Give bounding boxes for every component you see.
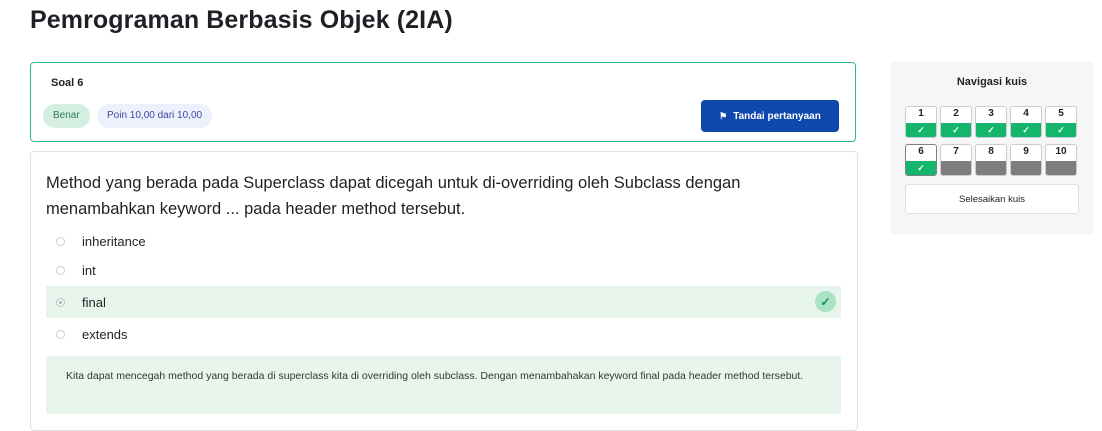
answer-option-final[interactable]: final ✓ [46, 286, 841, 318]
answer-option-extends[interactable]: extends [46, 319, 841, 349]
answer-label: final [82, 294, 106, 310]
quiz-nav-button-1[interactable]: 1 ✓ [905, 106, 937, 138]
answer-option-int[interactable]: int [46, 255, 841, 285]
quiz-navigation-title: Navigasi kuis [956, 76, 1028, 88]
check-icon: ✓ [976, 123, 1006, 137]
quiz-nav-button-4[interactable]: 4 ✓ [1010, 106, 1042, 138]
answer-label: int [82, 262, 96, 278]
finish-attempt-button[interactable]: Selesaikan kuis [905, 184, 1079, 214]
check-icon: ✓ [1046, 123, 1076, 137]
quiz-nav-number: 6 [918, 146, 924, 157]
question-number: Soal 6 [51, 77, 84, 89]
answer-radio[interactable] [56, 265, 65, 275]
quiz-nav-button-9[interactable]: 9 [1010, 144, 1042, 176]
quiz-nav-number: 9 [1023, 146, 1029, 157]
question-content: Method yang berada pada Superclass dapat… [30, 151, 858, 431]
question-state-badge: Benar [43, 104, 90, 128]
check-icon: ✓ [906, 161, 936, 175]
check-icon: ✓ [906, 123, 936, 137]
quiz-nav-number: 3 [988, 108, 994, 119]
quiz-nav-button-3[interactable]: 3 ✓ [975, 106, 1007, 138]
quiz-navigation-panel: Navigasi kuis 1 ✓ 2 ✓ 3 ✓ 4 ✓ 5 ✓ 6 ✓ 7 [890, 62, 1094, 234]
quiz-nav-number: 7 [953, 146, 959, 157]
not-answered-indicator [1046, 161, 1076, 175]
check-icon: ✓ [941, 123, 971, 137]
answer-label: extends [82, 326, 128, 342]
quiz-nav-button-2[interactable]: 2 ✓ [940, 106, 972, 138]
answer-feedback: Kita dapat mencegah method yang berada d… [46, 356, 841, 414]
answer-radio[interactable] [56, 329, 65, 339]
quiz-nav-button-6[interactable]: 6 ✓ [905, 144, 937, 176]
quiz-nav-number: 5 [1058, 108, 1064, 119]
quiz-nav-button-8[interactable]: 8 [975, 144, 1007, 176]
answer-option-inheritance[interactable]: inheritance [46, 226, 841, 256]
not-answered-indicator [1011, 161, 1041, 175]
quiz-nav-button-5[interactable]: 5 ✓ [1045, 106, 1077, 138]
quiz-nav-number: 4 [1023, 108, 1029, 119]
quiz-nav-number: 8 [988, 146, 994, 157]
check-circle-icon: ✓ [815, 291, 836, 312]
question-info-box: Soal 6 Benar Poin 10,00 dari 10,00 ⚑ Tan… [30, 62, 856, 142]
not-answered-indicator [941, 161, 971, 175]
quiz-nav-number: 10 [1055, 146, 1067, 157]
flag-question-button[interactable]: ⚑ Tandai pertanyaan [701, 100, 839, 132]
question-text: Method yang berada pada Superclass dapat… [46, 174, 741, 218]
quiz-nav-number: 2 [953, 108, 959, 119]
flag-question-label: Tandai pertanyaan [733, 110, 821, 122]
question-grade-badge: Poin 10,00 dari 10,00 [97, 104, 213, 128]
quiz-nav-number: 1 [918, 108, 924, 119]
quiz-nav-button-7[interactable]: 7 [940, 144, 972, 176]
page-title: Pemrograman Berbasis Objek (2IA) [30, 6, 453, 34]
answer-radio[interactable] [56, 236, 65, 246]
answer-radio-selected[interactable] [56, 297, 65, 307]
answer-label: inheritance [82, 233, 146, 249]
quiz-nav-button-10[interactable]: 10 [1045, 144, 1077, 176]
flag-icon: ⚑ [719, 110, 728, 121]
check-icon: ✓ [1011, 123, 1041, 137]
not-answered-indicator [976, 161, 1006, 175]
